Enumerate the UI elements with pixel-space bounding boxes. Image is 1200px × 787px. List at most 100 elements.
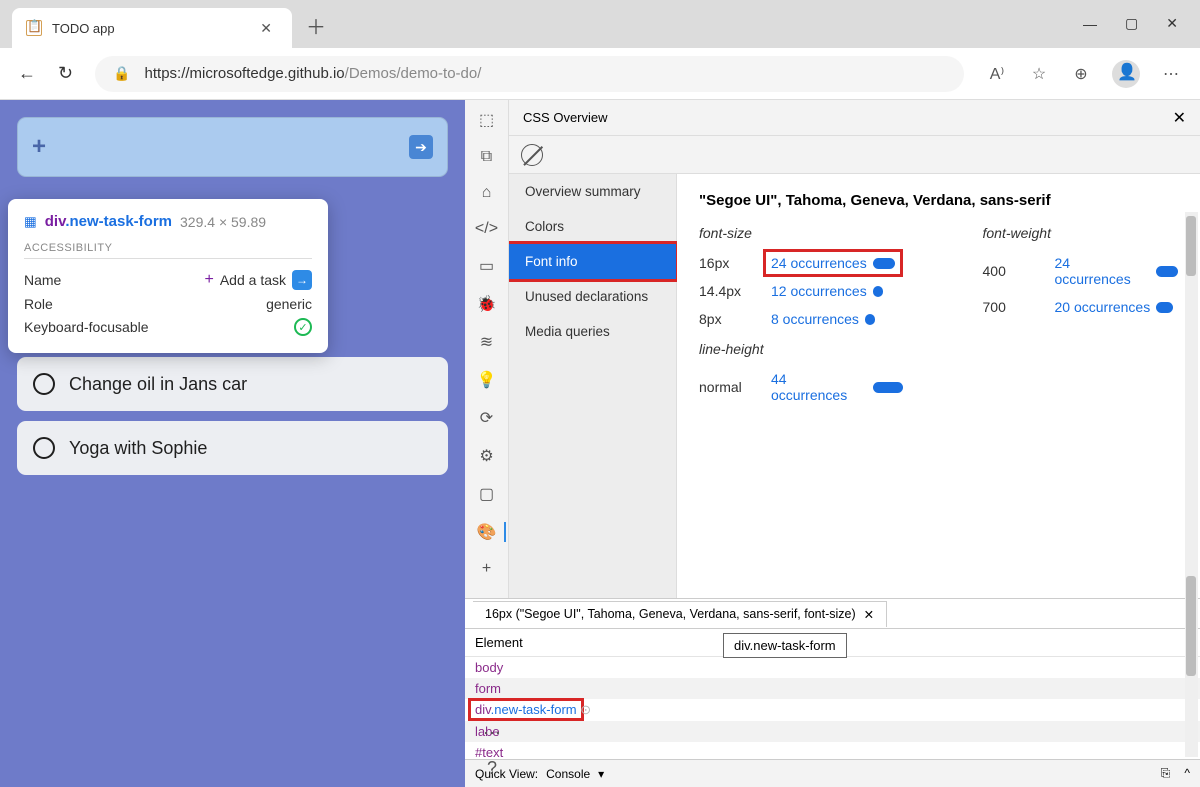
panel-title: CSS Overview — [523, 110, 608, 125]
collections-icon[interactable]: ⊕ — [1070, 63, 1092, 85]
favorite-icon[interactable]: ☆ — [1028, 63, 1050, 85]
wifi-icon[interactable]: ≋ — [480, 332, 493, 352]
issues-icon[interactable]: ⎘ — [1161, 766, 1171, 781]
plus-icon: + — [32, 133, 46, 161]
task-label: Yoga with Sophie — [69, 438, 207, 459]
occurrence-link[interactable]: 20 occurrences — [1055, 299, 1174, 315]
element-list: bodyformdiv.new-task-form ⊙labe#textinpu… — [465, 657, 1200, 759]
devtools-toolbar — [509, 136, 1200, 174]
quick-view-value[interactable]: Console — [546, 767, 590, 781]
new-tab-button[interactable]: ＋ — [292, 3, 340, 48]
back-button[interactable]: ← — [18, 63, 36, 84]
tooltip-role-label: Role — [24, 296, 53, 312]
chevron-up-icon[interactable]: ^ — [1184, 766, 1190, 781]
occurrence-link[interactable]: 12 occurrences — [771, 283, 883, 299]
close-window-button[interactable]: ✕ — [1166, 15, 1178, 32]
read-aloud-icon[interactable]: A⁾ — [986, 63, 1008, 85]
clipboard-icon — [26, 20, 42, 36]
font-weight-heading: font-weight — [983, 225, 1179, 241]
chip-icon — [1156, 302, 1173, 313]
more-icon[interactable]: ⋯ — [1160, 63, 1182, 85]
occurrence-link[interactable]: 24 occurrences — [1054, 255, 1178, 287]
app-icon[interactable]: ▭ — [479, 256, 494, 276]
home-icon[interactable]: ⌂ — [482, 184, 492, 202]
devtools-header: CSS Overview ✕ — [509, 100, 1200, 136]
element-inspector-tooltip: ▦ div.new-task-form 329.4 × 59.89 ACCESS… — [8, 199, 328, 353]
help-icon[interactable]: ? — [487, 758, 497, 779]
lock-icon: 🔒 — [113, 65, 130, 82]
tooltip-section-header: ACCESSIBILITY — [24, 242, 312, 259]
tooltip-name-value: Add a task — [220, 272, 286, 288]
element-row[interactable]: form — [465, 678, 1200, 699]
gear-icon[interactable]: ⚙ — [479, 446, 493, 466]
quick-view-bar: Quick View: Console▾ ⎘ ^ — [465, 759, 1200, 787]
radio-icon[interactable] — [33, 373, 55, 395]
new-task-form[interactable]: + ➔ — [17, 117, 448, 177]
font-size-heading: font-size — [699, 225, 903, 241]
window-controls: — ▢ ✕ — [1083, 15, 1200, 48]
devtools-panel: ⬚ ⧉ ⌂ </> ▭ 🐞 ≋ 💡 ⟳ ⚙ ▢ 🎨 + CSS Overview… — [465, 100, 1200, 787]
elements-drawer: 16px ("Segoe UI", Tahoma, Geneva, Verdan… — [465, 598, 1200, 759]
refresh-button[interactable]: ↻ — [58, 63, 73, 84]
arrow-icon: → — [292, 270, 312, 290]
elements-icon[interactable]: </> — [475, 220, 498, 238]
profile-avatar[interactable] — [1112, 60, 1140, 88]
sidebar-item-colors[interactable]: Colors — [509, 209, 676, 244]
scrollbar[interactable] — [1185, 212, 1198, 757]
devtools-bottom-rail: ⋯ ? — [470, 723, 514, 779]
more-icon[interactable]: ⋯ — [483, 723, 501, 744]
radio-icon[interactable] — [33, 437, 55, 459]
sidebar-item-overview[interactable]: Overview summary — [509, 174, 676, 209]
tooltip-kf-label: Keyboard-focusable — [24, 319, 149, 335]
occurrence-link[interactable]: 24 occurrences — [763, 249, 903, 277]
task-item[interactable]: Yoga with Sophie — [17, 421, 448, 475]
close-icon[interactable]: ✕ — [864, 607, 874, 622]
tooltip-selector: div.new-task-form — [45, 213, 172, 230]
task-label: Change oil in Jans car — [69, 374, 247, 395]
element-row[interactable]: #text — [465, 742, 1200, 759]
occurrence-link[interactable]: 8 occurrences — [771, 311, 875, 327]
task-item[interactable]: Change oil in Jans car — [17, 357, 448, 411]
line-height-heading: line-height — [699, 341, 903, 357]
address-bar[interactable]: 🔒 https://microsoftedge.github.io/Demos/… — [95, 56, 964, 92]
maximize-button[interactable]: ▢ — [1125, 15, 1138, 32]
tooltip-name-label: Name — [24, 272, 61, 288]
url-host: https://microsoftedge.github.io — [145, 65, 345, 82]
css-overview-icon[interactable]: 🎨 — [477, 522, 507, 542]
add-panel-icon[interactable]: + — [482, 560, 491, 578]
grid-icon: ▦ — [24, 214, 37, 230]
occurrence-link[interactable]: 44 occurrences — [771, 371, 903, 403]
chevron-down-icon[interactable]: ▾ — [598, 767, 604, 781]
hover-tooltip: div.new-task-form — [723, 633, 847, 658]
calendar-icon[interactable]: ▢ — [479, 484, 494, 504]
url-path: /Demos/demo-to-do/ — [345, 65, 482, 82]
bug-icon[interactable]: 🐞 — [477, 294, 497, 314]
perf-icon[interactable]: ⟳ — [480, 408, 493, 428]
font-weight-value: 700 — [983, 299, 1029, 315]
browser-tab[interactable]: TODO app ✕ — [12, 8, 292, 48]
sidebar-item-unused[interactable]: Unused declarations — [509, 279, 676, 314]
close-icon[interactable]: ✕ — [1173, 108, 1186, 128]
sidebar-item-media[interactable]: Media queries — [509, 314, 676, 349]
plus-icon: + — [205, 271, 214, 289]
inspect-icon[interactable]: ⬚ — [479, 110, 494, 130]
close-icon[interactable]: ✕ — [254, 18, 278, 39]
device-icon[interactable]: ⧉ — [481, 148, 492, 166]
drawer-tab-title: 16px ("Segoe UI", Tahoma, Geneva, Verdan… — [485, 607, 856, 621]
element-row[interactable]: labe — [465, 721, 1200, 742]
minimize-button[interactable]: — — [1083, 16, 1097, 32]
sidebar-item-fontinfo[interactable]: Font info — [509, 244, 676, 279]
tooltip-dimensions: 329.4 × 59.89 — [180, 214, 266, 230]
bulb-icon[interactable]: 💡 — [477, 370, 497, 390]
element-row[interactable]: body — [465, 657, 1200, 678]
font-size-value: 14.4px — [699, 283, 745, 299]
tab-title: TODO app — [52, 21, 254, 36]
font-size-value: 16px — [699, 255, 745, 271]
drawer-tab[interactable]: 16px ("Segoe UI", Tahoma, Geneva, Verdan… — [473, 601, 887, 627]
clear-icon[interactable] — [521, 144, 543, 166]
browser-toolbar: ← ↻ 🔒 https://microsoftedge.github.io/De… — [0, 48, 1200, 100]
check-icon: ✓ — [294, 318, 312, 336]
element-row[interactable]: div.new-task-form ⊙ — [465, 699, 1200, 721]
chip-icon — [1156, 266, 1178, 277]
submit-icon[interactable]: ➔ — [409, 135, 433, 159]
